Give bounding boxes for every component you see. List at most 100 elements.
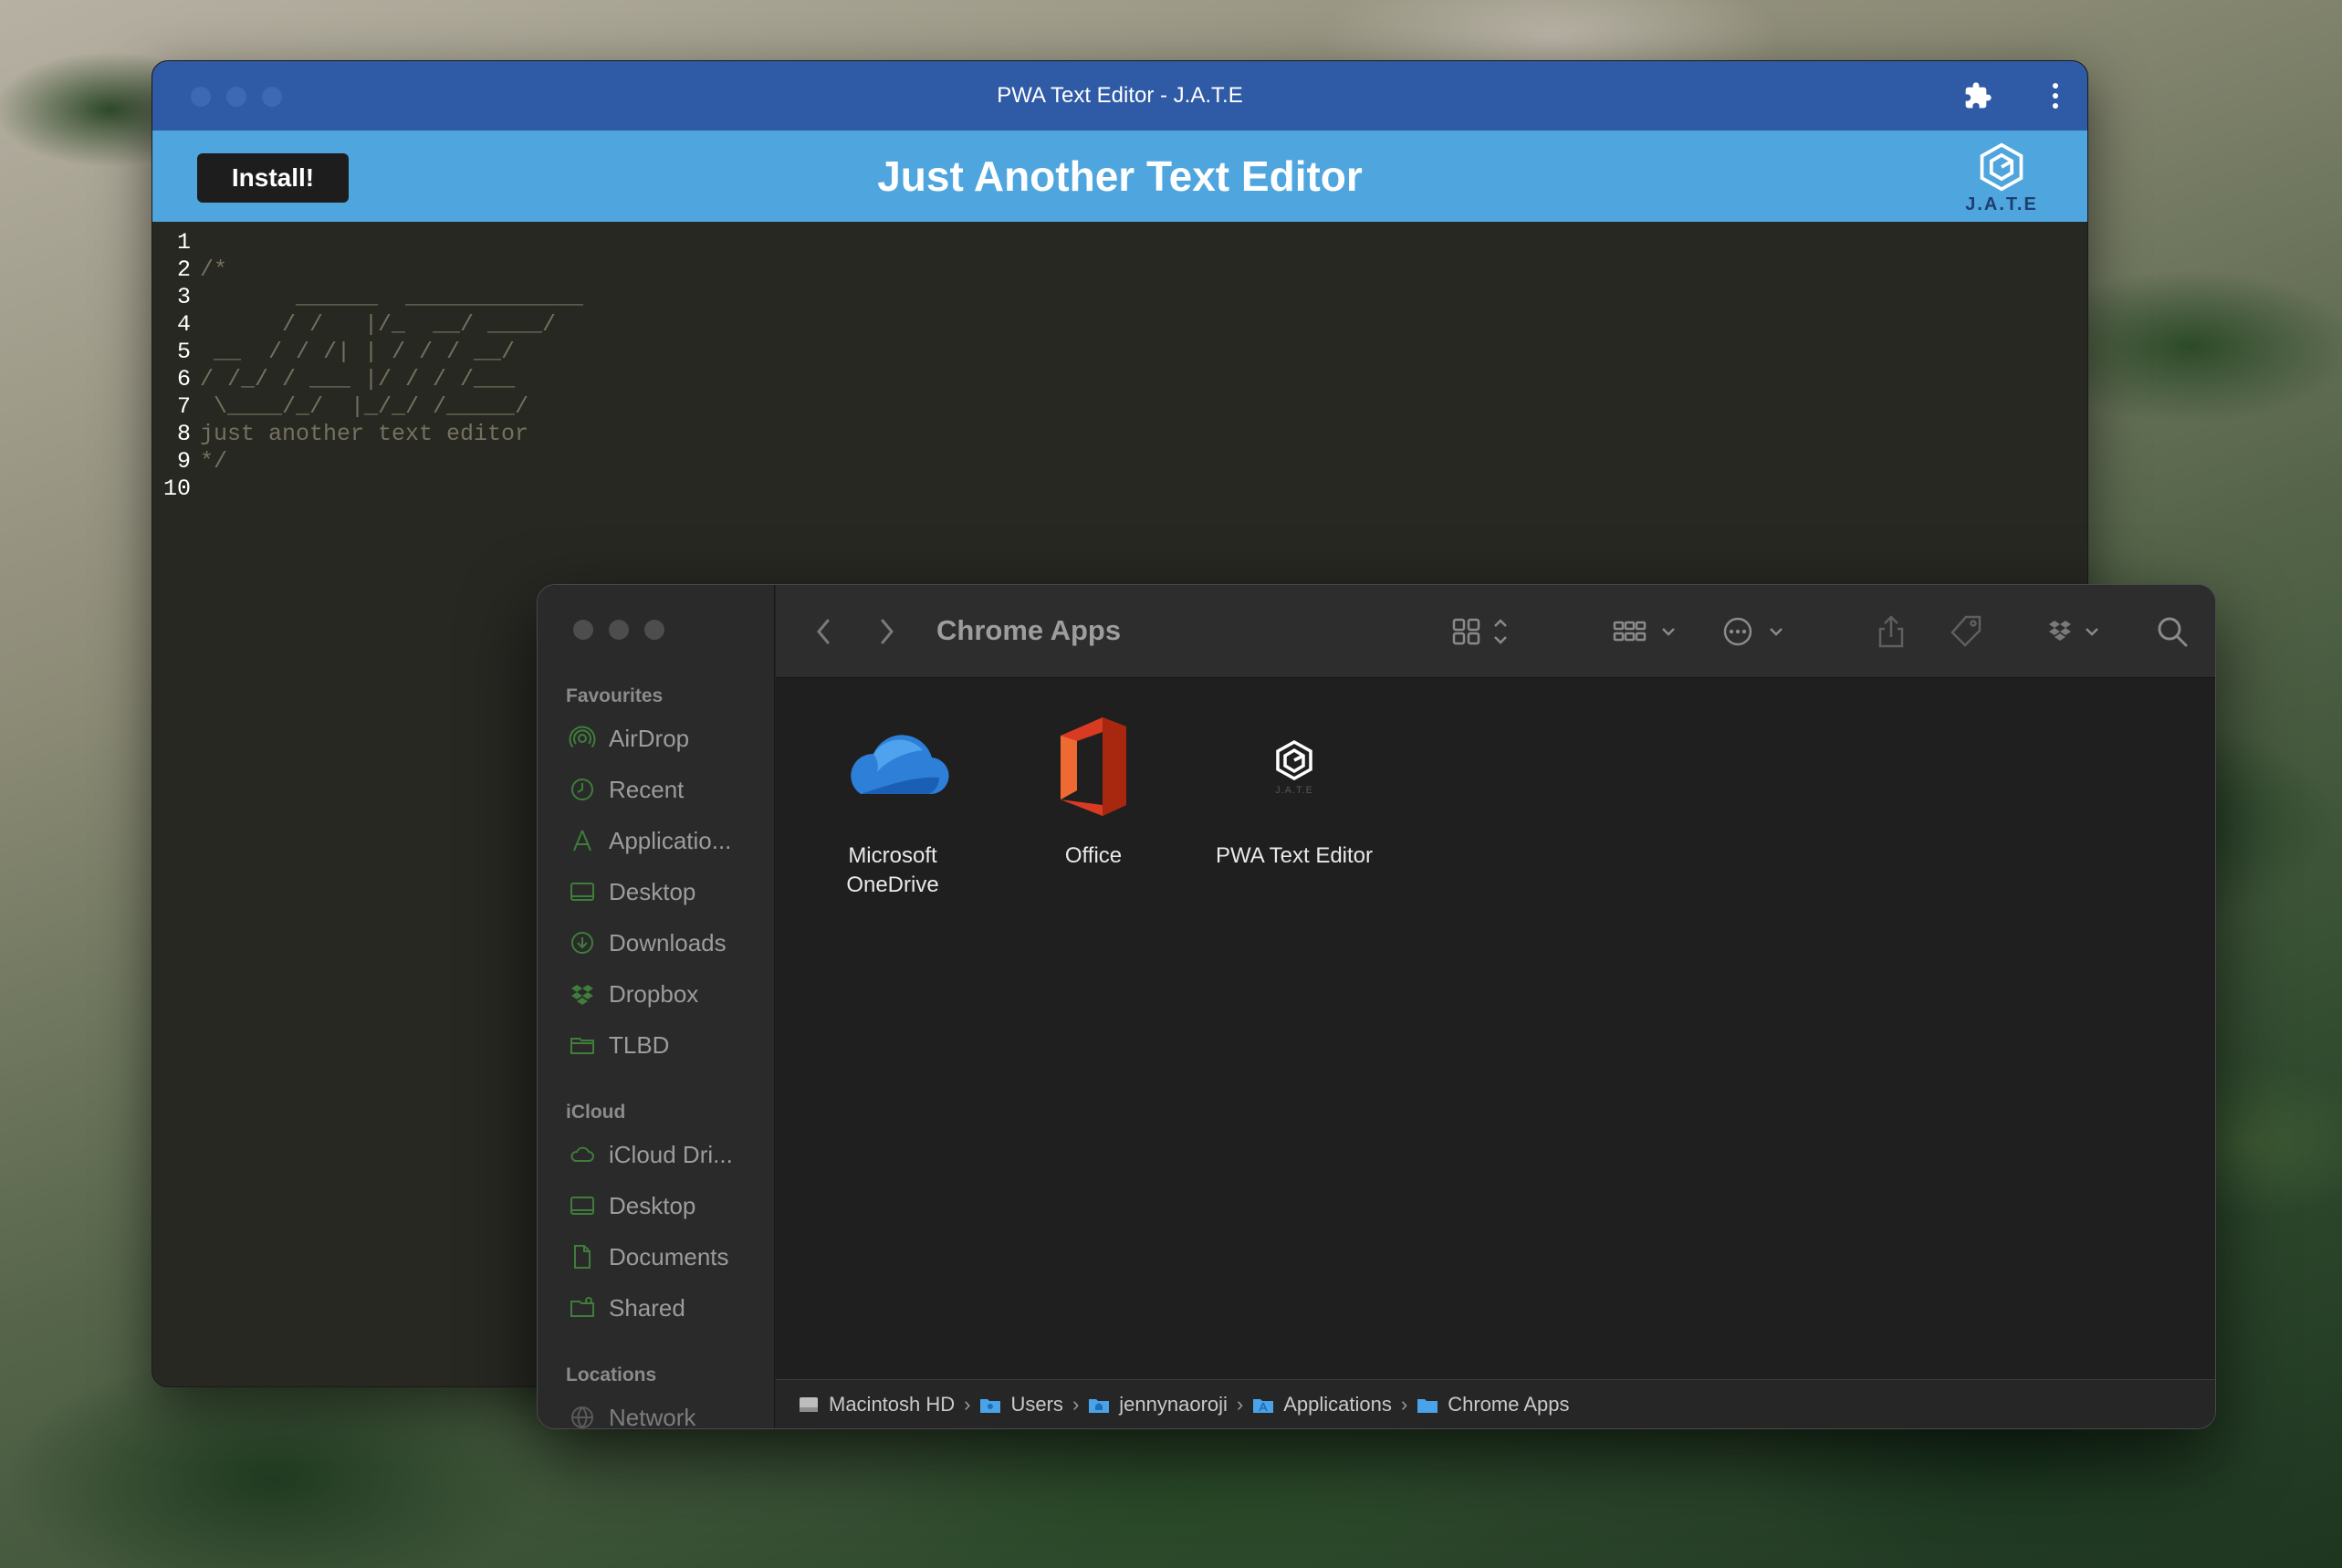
finder-toolbar: Chrome Apps <box>776 585 2215 678</box>
sidebar-item-downloads[interactable]: Downloads <box>569 925 727 961</box>
jate-logo: J.A.T.E <box>1963 141 2040 218</box>
line-text: __ / / /| | / / / __/ <box>200 339 516 365</box>
file-label: Microsoft OneDrive <box>846 843 939 897</box>
path-label: Users <box>1010 1392 1063 1416</box>
sidebar-section-favourites: Favourites <box>566 685 664 706</box>
sidebar-item-dropbox[interactable]: Dropbox <box>569 976 698 1012</box>
share-icon[interactable] <box>1875 612 1908 651</box>
line-number: 4 <box>176 311 191 338</box>
home-folder-icon <box>1089 1398 1110 1413</box>
forward-icon[interactable] <box>876 612 898 651</box>
path-separator: › <box>1400 1392 1408 1416</box>
desktop-icon <box>570 1197 594 1215</box>
sidebar-item-label: Desktop <box>609 1191 696 1219</box>
sidebar-item-network[interactable]: Network <box>569 1399 696 1429</box>
dropbox-icon <box>571 985 593 1005</box>
minimize-window-button[interactable] <box>226 87 246 107</box>
code-line: 9 */ <box>152 448 2087 476</box>
airdrop-icon <box>569 726 596 748</box>
sidebar-item-recent[interactable]: Recent <box>569 771 684 808</box>
line-text: just another text editor <box>200 421 529 447</box>
hard-drive-icon <box>800 1396 818 1412</box>
code-line: 4 / / |/_ __/ ____/ <box>152 311 2087 339</box>
group-by-icon[interactable] <box>1612 612 1681 651</box>
sidebar-item-label: Network <box>609 1403 696 1429</box>
logo-text: J.A.T.E <box>1965 194 2038 214</box>
file-item-pwa-text-editor[interactable]: J.A.T.E PWA Text Editor <box>1203 712 1385 871</box>
close-window-button[interactable] <box>573 620 593 640</box>
code-line: 3 ______ _____________ <box>152 284 2087 311</box>
app-heading: Just Another Text Editor <box>877 152 1363 200</box>
file-grid: Microsoft OneDrive Office J.A.T.E PWA Te… <box>776 679 2215 1379</box>
zoom-window-button[interactable] <box>644 620 664 640</box>
network-icon <box>571 1406 593 1428</box>
path-separator: › <box>1072 1392 1080 1416</box>
folder-icon <box>570 1038 594 1054</box>
line-number: 2 <box>176 256 191 283</box>
sidebar-item-applications[interactable]: Applicatio... <box>569 822 731 859</box>
zoom-window-button[interactable] <box>262 87 282 107</box>
window-title: PWA Text Editor - J.A.T.E <box>997 83 1243 108</box>
file-item-onedrive[interactable]: Microsoft OneDrive <box>801 712 984 900</box>
code-line: 6 / /_/ / ___ |/ / / /___ <box>152 366 2087 393</box>
code-line: 2 /* <box>152 256 2087 284</box>
line-number: 6 <box>176 366 191 392</box>
code-line: 1 <box>152 229 2087 256</box>
window-controls[interactable] <box>573 620 664 640</box>
back-icon[interactable] <box>812 612 834 651</box>
document-icon <box>574 1245 591 1269</box>
sidebar-item-label: Dropbox <box>609 979 699 1008</box>
sidebar-item-airdrop[interactable]: AirDrop <box>569 720 689 757</box>
more-options-icon[interactable] <box>2051 79 2060 112</box>
code-line: 10 <box>152 476 2087 503</box>
line-number: 7 <box>176 393 191 420</box>
line-text: \____/_/ |_/_/ /_____/ <box>200 393 529 420</box>
extensions-icon[interactable] <box>1963 81 1992 110</box>
path-item-users[interactable]: Users <box>979 1392 1063 1416</box>
file-label: Office <box>1064 843 1123 868</box>
close-window-button[interactable] <box>191 87 211 107</box>
sidebar-item-label: Documents <box>609 1242 729 1270</box>
finder-window: Favourites AirDrop Recent Applicatio... … <box>537 584 2216 1429</box>
code-line: 5 __ / / /| | / / / __/ <box>152 339 2087 366</box>
minimize-window-button[interactable] <box>609 620 629 640</box>
sidebar-item-label: Downloads <box>609 928 727 956</box>
line-number: 3 <box>176 284 191 310</box>
applications-folder-icon <box>1253 1398 1274 1413</box>
line-number: 10 <box>162 476 191 502</box>
path-separator: › <box>1236 1392 1244 1416</box>
editor-titlebar[interactable]: PWA Text Editor - J.A.T.E <box>152 61 2087 131</box>
sidebar-item-tlbd[interactable]: TLBD <box>569 1027 669 1063</box>
onedrive-icon <box>851 735 949 795</box>
sidebar-item-documents[interactable]: Documents <box>569 1239 729 1275</box>
sidebar-item-icloud-drive[interactable]: iCloud Dri... <box>569 1136 733 1173</box>
sidebar-item-label: Applicatio... <box>609 826 732 854</box>
line-text: ______ _____________ <box>200 284 584 310</box>
download-icon <box>571 932 593 954</box>
window-controls[interactable] <box>191 87 282 107</box>
jate-app-icon: J.A.T.E <box>1275 739 1312 796</box>
line-text: / / |/_ __/ ____/ <box>200 311 557 338</box>
icon-view-icon[interactable] <box>1451 612 1515 651</box>
path-item-macintosh-hd[interactable]: Macintosh HD <box>798 1393 955 1416</box>
sidebar-item-shared[interactable]: Shared <box>569 1290 685 1326</box>
clock-icon <box>571 779 593 800</box>
line-text: /* <box>200 256 228 283</box>
desktop-icon <box>570 883 594 901</box>
path-label: Chrome Apps <box>1448 1392 1570 1416</box>
shared-folder-icon <box>570 1297 594 1317</box>
file-item-office[interactable]: Office <box>1002 712 1185 871</box>
sidebar-item-desktop[interactable]: Desktop <box>569 873 695 910</box>
path-item-home[interactable]: jennynaoroji <box>1088 1393 1228 1416</box>
action-menu-icon[interactable] <box>1721 612 1791 651</box>
code-editor[interactable]: 1 2 /* 3 ______ _____________ 4 / / |/_ _… <box>152 222 2087 503</box>
tag-icon[interactable] <box>1948 612 1984 651</box>
app-header: Install! Just Another Text Editor J.A.T.… <box>152 131 2087 222</box>
path-item-applications[interactable]: Applications <box>1252 1393 1392 1416</box>
dropbox-menu-icon[interactable] <box>2046 612 2110 651</box>
install-button[interactable]: Install! <box>197 153 349 203</box>
search-icon[interactable] <box>2154 612 2190 651</box>
folder-icon <box>980 1398 1001 1413</box>
path-item-chrome-apps[interactable]: Chrome Apps <box>1417 1392 1570 1416</box>
sidebar-item-icloud-desktop[interactable]: Desktop <box>569 1187 695 1224</box>
